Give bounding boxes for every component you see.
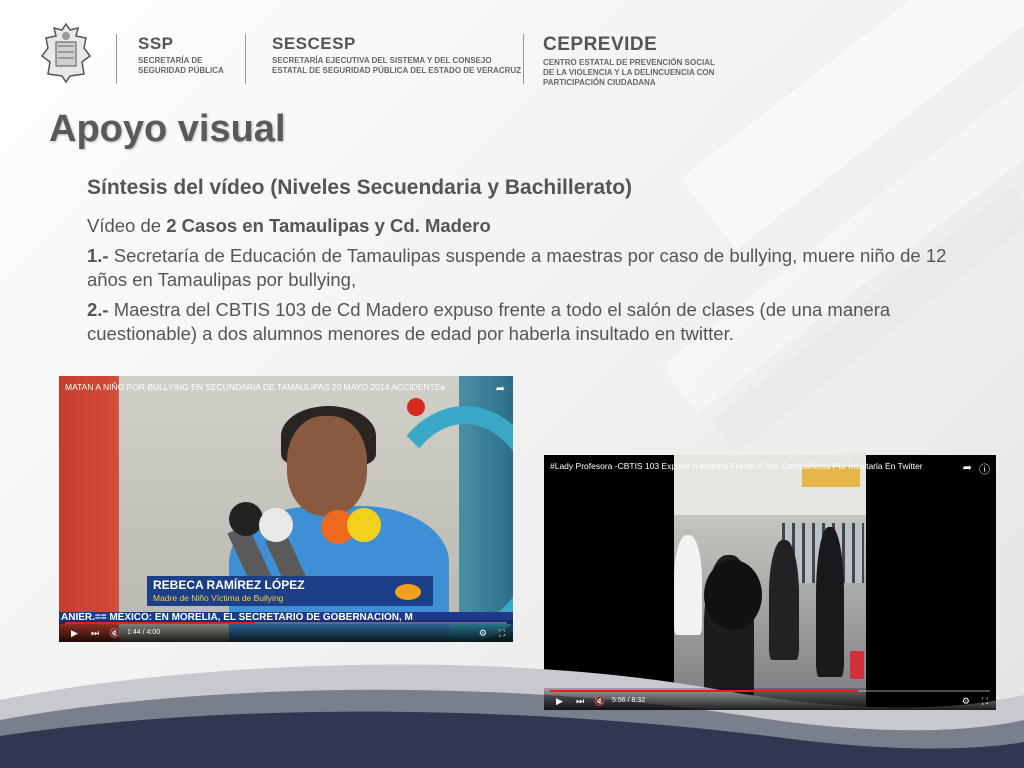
lower-third: REBECA RAMÍREZ LÓPEZ Madre de Niño Vícti… <box>147 576 433 606</box>
student-figure <box>674 535 702 635</box>
case-item-2: 2.- Maestra del CBTIS 103 de Cd Madero e… <box>87 298 967 346</box>
share-icon[interactable]: ➦ <box>963 461 972 474</box>
case-1-text: Secretaría de Educación de Tamaulipas su… <box>87 245 947 290</box>
sescesp-subtitle-line2: ESTATAL DE SEGURIDAD PÚBLICA DEL ESTADO … <box>272 66 522 75</box>
ceprevide-subtitle-line2: DE LA VIOLENCIA Y LA DELINCUENCIA CON <box>543 68 715 77</box>
share-icon[interactable]: ➦ <box>496 382 505 395</box>
intro-bold: 2 Casos en Tamaulipas y Cd. Madero <box>166 215 491 236</box>
ssp-title: SSP <box>138 34 174 53</box>
video-2-time: 5:56 / 8:32 <box>612 697 646 704</box>
microphone-icon <box>229 502 263 536</box>
case-2-number: 2.- <box>87 299 109 320</box>
next-icon[interactable]: ⏭ <box>576 696 584 707</box>
fullscreen-icon[interactable]: ⛶ <box>499 628 505 639</box>
video-player-1[interactable]: REBECA RAMÍREZ LÓPEZ Madre de Niño Vícti… <box>59 376 513 642</box>
sescesp-logo: SESCESP SECRETARÍA EJECUTIVA DEL SISTEMA… <box>272 34 521 76</box>
case-2-text: Maestra del CBTIS 103 de Cd Madero expus… <box>87 299 891 344</box>
channel-logo-icon <box>407 398 425 416</box>
video-1-progress-bar[interactable] <box>65 622 507 624</box>
ceprevide-logo: CEPREVIDE CENTRO ESTATAL DE PREVENCIÓN S… <box>543 34 715 88</box>
ceprevide-subtitle-line1: CENTRO ESTATAL DE PREVENCIÓN SOCIAL <box>543 58 715 67</box>
network-logo-icon <box>395 584 421 600</box>
header-divider <box>116 34 117 84</box>
mute-icon[interactable]: 🔇 <box>594 696 605 707</box>
header-divider <box>523 34 524 84</box>
page-title: Apoyo visual <box>49 108 286 150</box>
ssp-subtitle-line2: SEGURIDAD PÚBLICA <box>138 66 224 75</box>
play-icon[interactable]: ▶ <box>71 628 78 639</box>
settings-icon[interactable]: ⚙ <box>962 696 970 707</box>
veracruz-seal-icon <box>40 22 92 84</box>
fullscreen-icon[interactable]: ⛶ <box>982 696 988 707</box>
student-hair <box>704 560 762 630</box>
ssp-subtitle-line1: SECRETARÍA DE <box>138 56 203 65</box>
header-divider <box>245 34 246 84</box>
video-1-title[interactable]: MATAN A NIÑO POR BULLYING EN SECUNDARIA … <box>65 382 483 392</box>
play-icon[interactable]: ▶ <box>556 696 563 707</box>
interviewee-head <box>287 416 367 516</box>
body-text: Vídeo de 2 Casos en Tamaulipas y Cd. Mad… <box>87 214 967 352</box>
video-2-controls: ▶ ⏭ 🔇 5:56 / 8:32 ⚙ ⛶ <box>544 688 996 710</box>
video-1-progress-fill <box>65 622 256 624</box>
video-2-progress-fill <box>550 690 858 692</box>
header-logos: SSP SECRETARÍA DE SEGURIDAD PÚBLICA SESC… <box>0 0 1024 100</box>
ceprevide-subtitle-line3: PARTICIPACIÓN CIUDADANA <box>543 78 656 87</box>
case-1-number: 1.- <box>87 245 109 266</box>
ceprevide-title: CEPREVIDE <box>543 34 658 55</box>
microphone-icon <box>347 508 381 542</box>
sescesp-subtitle-line1: SECRETARÍA EJECUTIVA DEL SISTEMA Y DEL C… <box>272 56 492 65</box>
settings-icon[interactable]: ⚙ <box>479 628 487 639</box>
video-1-frame: REBECA RAMÍREZ LÓPEZ Madre de Niño Vícti… <box>59 376 513 642</box>
intro-prefix: Vídeo de <box>87 215 167 236</box>
next-icon[interactable]: ⏭ <box>91 628 99 639</box>
video-intro: Vídeo de 2 Casos en Tamaulipas y Cd. Mad… <box>87 214 967 238</box>
microphone-icon <box>259 508 293 542</box>
ssp-logo: SSP SECRETARÍA DE SEGURIDAD PÚBLICA <box>138 34 224 76</box>
lower-third-role: Madre de Niño Víctima de Bullying <box>153 593 284 603</box>
video-1-time: 1:44 / 4:00 <box>127 629 161 636</box>
slide-subtitle: Síntesis del vídeo (Niveles Secuendaria … <box>87 176 633 199</box>
sescesp-title: SESCESP <box>272 34 356 53</box>
video-2-title[interactable]: #Lady Profesora -CBTIS 103 Expone A Alum… <box>550 461 966 471</box>
mute-icon[interactable]: 🔇 <box>109 628 120 639</box>
video-2-progress-bar[interactable] <box>550 690 990 692</box>
case-item-1: 1.- Secretaría de Educación de Tamaulipa… <box>87 244 967 292</box>
lower-third-name: REBECA RAMÍREZ LÓPEZ <box>153 578 305 592</box>
info-icon[interactable]: ⓘ <box>979 461 990 477</box>
video-1-controls: ▶ ⏭ 🔇 1:44 / 4:00 ⚙ ⛶ <box>59 620 513 642</box>
